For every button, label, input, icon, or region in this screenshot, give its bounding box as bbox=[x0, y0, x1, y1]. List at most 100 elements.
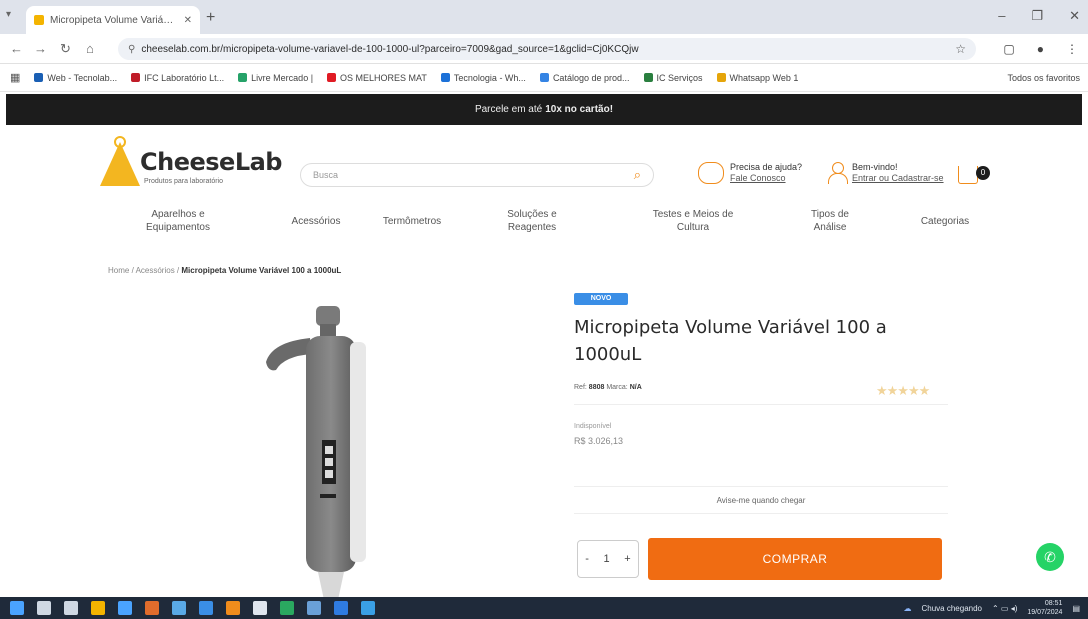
bookmark-item[interactable]: Web - Tecnolab... bbox=[34, 73, 117, 83]
excel-icon[interactable] bbox=[334, 601, 348, 615]
bookmark-item[interactable]: Tecnologia - Wh... bbox=[440, 73, 526, 83]
bookmark-item[interactable]: Catálogo de prod... bbox=[539, 72, 630, 83]
tab-search-icon[interactable]: ▾ bbox=[6, 9, 11, 20]
bookmark-label: OS MELHORES MAT bbox=[340, 72, 427, 83]
tab-close-icon[interactable]: ✕ bbox=[184, 15, 192, 26]
breadcrumb-path[interactable]: Home / Acessórios / bbox=[108, 266, 179, 275]
menu-icon[interactable]: ⋮ bbox=[1066, 42, 1078, 56]
os-taskbar: ☁ Chuva chegando ⌃ ▭ ◂) 08:51 19/07/2024… bbox=[0, 597, 1088, 619]
breadcrumb: Home / Acessórios / Micropipeta Volume V… bbox=[108, 266, 341, 275]
rating-stars[interactable]: ★★★★★ bbox=[876, 383, 930, 399]
qty-value[interactable]: 1 bbox=[604, 553, 610, 565]
tray-arrows-icon[interactable]: ⌃ ▭ ◂) bbox=[992, 604, 1017, 613]
divider bbox=[574, 404, 948, 405]
home-icon[interactable]: ⌂ bbox=[86, 41, 94, 56]
product-price: R$ 3.026,13 bbox=[574, 436, 624, 446]
product-image[interactable] bbox=[258, 300, 388, 600]
toolbar-icons: ▢ ● ⋮ bbox=[1003, 42, 1078, 56]
mail-icon[interactable] bbox=[172, 601, 186, 615]
clock[interactable]: 08:51 19/07/2024 bbox=[1027, 599, 1062, 617]
help-sub[interactable]: Fale Conosco bbox=[730, 173, 802, 184]
account-link[interactable]: Bem-vindo! Entrar ou Cadastrar-se bbox=[828, 162, 944, 184]
reload-icon[interactable]: ↻ bbox=[60, 41, 71, 57]
notepad-icon[interactable] bbox=[253, 601, 267, 615]
minimize-icon[interactable]: – bbox=[998, 8, 1005, 24]
flask-body bbox=[100, 142, 140, 186]
bookmark-star-icon[interactable]: ☆ bbox=[955, 42, 966, 56]
category-item[interactable]: Categorias bbox=[910, 215, 980, 228]
account-title: Bem-vindo! bbox=[852, 162, 898, 172]
help-link[interactable]: Precisa de ajuda? Fale Conosco bbox=[698, 162, 802, 184]
apps-icon[interactable]: ▦ bbox=[10, 71, 20, 84]
bookmark-label: Web - Tecnolab... bbox=[47, 72, 118, 83]
task-view-icon[interactable] bbox=[64, 601, 78, 615]
url-bar[interactable]: ⚲ cheeselab.com.br/micropipeta-volume-va… bbox=[118, 38, 976, 60]
bookmark-label: Catálogo de prod... bbox=[552, 72, 630, 83]
category-item[interactable]: Testes e Meios de Cultura bbox=[638, 208, 748, 234]
category-item[interactable]: Tipos de Análise bbox=[800, 208, 860, 234]
maximize-icon[interactable]: ❐ bbox=[1031, 8, 1043, 24]
edge-icon[interactable] bbox=[199, 601, 213, 615]
office-icon[interactable] bbox=[145, 601, 159, 615]
weather-text[interactable]: Chuva chegando bbox=[922, 604, 983, 613]
bookmark-label: Whatsapp Web 1 bbox=[729, 72, 799, 83]
promo-banner: Parcele em até 10x no cartão! bbox=[6, 94, 1082, 125]
back-icon[interactable]: ← bbox=[10, 41, 23, 56]
category-item[interactable]: Aparelhos e Equipamentos bbox=[138, 208, 218, 234]
quantity-stepper[interactable]: - 1 + bbox=[577, 540, 639, 578]
bookmark-item[interactable]: Livre Mercado | bbox=[238, 73, 313, 83]
word-icon[interactable] bbox=[361, 601, 375, 615]
site-info-icon[interactable]: ⚲ bbox=[128, 44, 135, 55]
search-icon[interactable]: ⌕ bbox=[634, 167, 641, 183]
cart-icon bbox=[958, 166, 978, 184]
bookmark-favicon-icon bbox=[440, 73, 450, 82]
buy-button[interactable]: COMPRAR bbox=[648, 538, 942, 580]
bookmark-item[interactable]: IFC Laboratório Lt... bbox=[131, 73, 224, 83]
qty-plus-button[interactable]: + bbox=[624, 553, 630, 565]
forward-icon[interactable]: → bbox=[34, 41, 47, 56]
category-nav: Aparelhos e Equipamentos Acessórios Termôm… bbox=[110, 208, 990, 242]
search-icon[interactable] bbox=[37, 601, 51, 615]
breadcrumb-current: Micropipeta Volume Variável 100 a 1000uL bbox=[181, 266, 342, 275]
sku-label: Ref: bbox=[574, 384, 587, 391]
bookmark-item[interactable]: IC Serviços bbox=[643, 73, 703, 83]
qty-minus-button[interactable]: - bbox=[585, 553, 589, 565]
whatsapp-desktop-icon[interactable] bbox=[280, 601, 294, 615]
brand-value: N/A bbox=[629, 384, 642, 391]
url-text: cheeselab.com.br/micropipeta-volume-vari… bbox=[141, 43, 639, 55]
notifications-icon[interactable]: ▤ bbox=[1072, 604, 1080, 613]
extensions-icon[interactable]: ▢ bbox=[1003, 42, 1014, 56]
logo-tagline: Produtos para laboratório bbox=[144, 178, 223, 185]
category-item[interactable]: Termômetros bbox=[372, 215, 452, 228]
category-item[interactable]: Soluções e Reagentes bbox=[502, 208, 562, 234]
close-window-icon[interactable]: ✕ bbox=[1069, 8, 1080, 24]
new-tab-button[interactable]: + bbox=[206, 9, 215, 27]
promo-bold: 10x no cartão! bbox=[545, 104, 614, 115]
chat-bubble-icon bbox=[698, 162, 724, 184]
cheeselab-logo[interactable]: CheeseLab Produtos para laboratório bbox=[100, 136, 282, 192]
user-icon bbox=[828, 162, 848, 184]
store-icon[interactable] bbox=[118, 601, 132, 615]
all-bookmarks-link[interactable]: Todos os favoritos bbox=[1007, 73, 1088, 83]
weather-icon[interactable]: ☁ bbox=[904, 604, 912, 613]
browser-tab[interactable]: Micropipeta Volume Variável 1 ✕ bbox=[26, 6, 200, 34]
notify-me-button[interactable]: Avise-me quando chegar bbox=[574, 486, 948, 514]
system-tray: ☁ Chuva chegando ⌃ ▭ ◂) 08:51 19/07/2024… bbox=[904, 597, 1081, 619]
chrome-icon[interactable] bbox=[226, 601, 240, 615]
teams-icon[interactable] bbox=[307, 601, 321, 615]
bookmark-favicon-icon bbox=[238, 73, 248, 82]
account-sub[interactable]: Entrar ou Cadastrar-se bbox=[852, 173, 944, 184]
whatsapp-icon[interactable]: ✆ bbox=[1036, 543, 1064, 571]
promo-text: Parcele em até bbox=[474, 104, 543, 115]
product-title: Micropipeta Volume Variável 100 a 1000uL bbox=[574, 317, 887, 365]
cart-button[interactable]: 0 bbox=[958, 162, 992, 186]
clock-time: 08:51 bbox=[1044, 600, 1063, 607]
bookmark-item[interactable]: OS MELHORES MAT bbox=[327, 73, 427, 83]
tab-title: Micropipeta Volume Variável 1 bbox=[50, 14, 178, 26]
file-explorer-icon[interactable] bbox=[91, 601, 105, 615]
category-item[interactable]: Acessórios bbox=[286, 215, 346, 228]
windows-start-icon[interactable] bbox=[10, 601, 24, 615]
search-input[interactable]: Busca ⌕ bbox=[300, 163, 654, 187]
bookmark-item[interactable]: Whatsapp Web 1 bbox=[716, 72, 799, 83]
profile-icon[interactable]: ● bbox=[1037, 42, 1044, 56]
